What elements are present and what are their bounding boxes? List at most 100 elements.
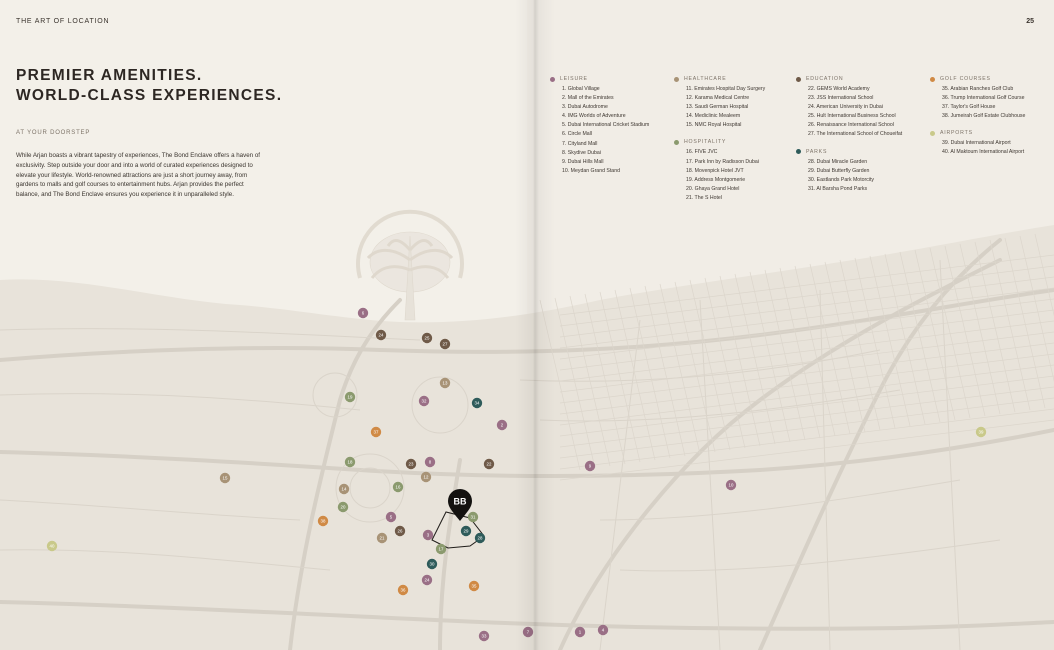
legend-item: 22. GEMS World Academy (808, 86, 870, 92)
map-land (0, 225, 1054, 650)
title-line-1: PREMIER AMENITIES. (16, 67, 203, 84)
legend-item: 12. Karama Medical Centre (686, 95, 750, 102)
legend-title: HEALTHCARE (684, 76, 727, 82)
title-line-2: WORLD-CLASS EXPERIENCES. (16, 87, 283, 104)
legend-item: 31. Al Barsha Pond Parks (808, 185, 868, 192)
map-marker[interactable]: 8 (424, 456, 436, 468)
marker-label: 22 (487, 462, 492, 467)
legend-column-2: HEALTHCARE 11. Emirates Hospital Day Sur… (674, 76, 765, 212)
marker-label: 24 (425, 578, 430, 583)
hospitality-dot-icon (674, 139, 679, 145)
map-marker[interactable]: 13 (439, 377, 451, 389)
marker-label: 33 (482, 634, 487, 639)
map-marker[interactable]: 4 (597, 624, 609, 636)
map-marker[interactable]: 10 (725, 479, 737, 491)
legend-group-leisure: LEISURE 1. Global Village 2. Mall of the … (550, 76, 649, 176)
map-marker[interactable]: 14 (338, 483, 350, 495)
legend-column-3: EDUCATION 22. GEMS World Academy 23. JSS … (796, 76, 902, 203)
legend-item: 35. Arabian Ranches Golf Club (942, 86, 1014, 92)
map-marker[interactable]: 37 (370, 426, 382, 438)
map-marker[interactable]: 18 (344, 456, 356, 468)
golf-dot-icon (930, 76, 935, 82)
map-marker[interactable]: 17 (435, 543, 447, 555)
legend-item: 18. Movenpick Hotel JVT (686, 167, 744, 174)
map-marker[interactable]: 24 (421, 574, 433, 586)
map-marker[interactable]: 24 (375, 329, 387, 341)
map-marker[interactable]: 21 (376, 532, 388, 544)
map-marker[interactable]: 9 (584, 460, 596, 472)
marker-label: 28 (478, 536, 483, 541)
map-marker[interactable]: 28 (474, 532, 486, 544)
map-marker[interactable]: 20 (337, 501, 349, 513)
marker-label: 19 (348, 395, 353, 400)
map-marker[interactable]: 34 (471, 397, 483, 409)
marker-label: 24 (379, 333, 384, 338)
legend-item: 27. The International School of Choueifa… (808, 131, 903, 138)
intro-paragraph: While Arjan boasts a vibrant tapestry of… (16, 152, 260, 199)
marker-label: 34 (475, 401, 480, 406)
legend-item: 7. Cityland Mall (562, 140, 598, 147)
legend-item: 23. JSS International School (808, 95, 874, 102)
legend-title: GOLF COURSES (940, 76, 991, 82)
map-marker[interactable]: 39 (975, 426, 987, 438)
legend-group-healthcare: HEALTHCARE 11. Emirates Hospital Day Sur… (674, 76, 765, 130)
legend-item: 2. Mall of the Emirates (562, 95, 614, 102)
map-marker[interactable]: 22 (483, 458, 495, 470)
parks-dot-icon (796, 149, 801, 155)
airports-dot-icon (930, 130, 935, 136)
map-marker[interactable]: 5 (385, 511, 397, 523)
legend-group-golf: GOLF COURSES 35. Arabian Ranches Golf Cl… (930, 76, 1025, 121)
legend-item: 19. Address Montgomerie (686, 176, 746, 183)
marker-label: 20 (341, 505, 346, 510)
map-marker[interactable]: 19 (344, 391, 356, 403)
map-marker[interactable]: 2 (496, 419, 508, 431)
map-marker[interactable]: 15 (219, 472, 231, 484)
legend-item: 30. Eastlands Park Motorcity (808, 176, 875, 183)
marker-label: 18 (348, 460, 353, 465)
legend-item: 20. Ghaya Grand Hotel (686, 185, 740, 192)
map-marker[interactable]: 36 (397, 584, 409, 596)
legend-item: 25. Hult International Business School (808, 113, 896, 120)
legend-title: LEISURE (560, 76, 588, 82)
page-number: 25 (1026, 18, 1034, 25)
map-marker[interactable]: 26 (394, 525, 406, 537)
legend-item: 13. Saudi German Hospital (686, 104, 749, 111)
marker-label: 31 (471, 515, 476, 520)
map-marker[interactable]: 27 (439, 338, 451, 350)
marker-label: 32 (422, 399, 427, 404)
legend-item: 38. Jumeirah Golf Estate Clubhouse (942, 113, 1026, 120)
map-marker[interactable]: 1 (574, 626, 586, 638)
marker-label: 39 (979, 430, 984, 435)
map-marker[interactable]: 31 (467, 511, 479, 523)
legend-group-hospitality: HOSPITALITY 16. FIVE JVC 17. Park Inn by … (674, 139, 765, 203)
map-marker[interactable]: 6 (357, 307, 369, 319)
map-marker[interactable]: 25 (421, 332, 433, 344)
brochure-spread: 6 24 25 27 13 19 32 34 37 2 18 23 8 22 12 9 15 16 14 20 38 5 2… (0, 0, 1054, 650)
map-marker[interactable]: 40 (46, 540, 58, 552)
legend-title: AIRPORTS (940, 130, 973, 137)
marker-label: 30 (430, 562, 435, 567)
legend-item: 16. FIVE JVC (686, 149, 718, 156)
map-marker[interactable]: 33 (478, 630, 490, 642)
map-marker[interactable]: 29 (460, 525, 472, 537)
map-marker[interactable]: 16 (392, 481, 404, 493)
legend-item: 26. Renaissance International School (808, 122, 894, 129)
marker-label: 25 (425, 336, 430, 341)
bond-enclave-logo-text: BB (454, 497, 467, 507)
map-marker[interactable]: 12 (420, 471, 432, 483)
legend-title: PARKS (806, 148, 828, 155)
legend-column-4: GOLF COURSES 35. Arabian Ranches Golf Cl… (930, 76, 1025, 167)
map-marker[interactable]: 7 (522, 626, 534, 638)
marker-label: 36 (401, 588, 406, 593)
legend-item: 17. Park Inn by Radisson Dubai (686, 158, 759, 165)
map-marker[interactable]: 23 (405, 458, 417, 470)
legend-title: EDUCATION (806, 76, 844, 82)
marker-label: 38 (321, 519, 326, 524)
map-marker[interactable]: 30 (426, 558, 438, 570)
map-marker[interactable]: 35 (468, 580, 480, 592)
map-marker[interactable]: 32 (418, 395, 430, 407)
map-marker[interactable]: 3 (422, 529, 434, 541)
legend-group-parks: PARKS 28. Dubai Miracle Garden 29. Dubai … (796, 149, 902, 194)
palm-island (356, 209, 464, 321)
map-marker[interactable]: 38 (317, 515, 329, 527)
